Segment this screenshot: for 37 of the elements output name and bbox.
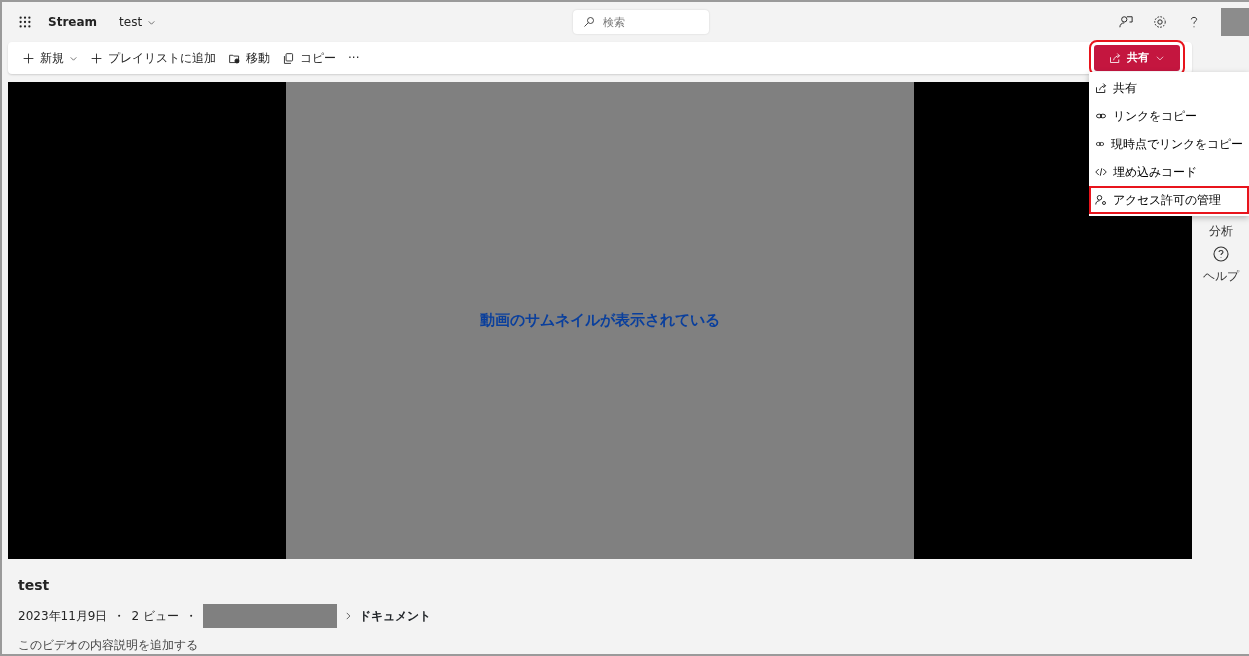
code-icon — [1095, 166, 1107, 178]
description-prompt[interactable]: このビデオの内容説明を追加する — [18, 636, 1192, 654]
share-icon — [1109, 52, 1121, 64]
chevron-down-icon — [1155, 53, 1165, 63]
person-gear-icon — [1095, 194, 1107, 206]
menu-item[interactable]: 共有 — [1089, 74, 1249, 102]
menu-item[interactable]: アクセス許可の管理 — [1089, 186, 1249, 214]
location-link[interactable]: ドキュメント — [358, 607, 431, 625]
toolbar-button[interactable]: 新規 — [16, 49, 84, 67]
app-launcher-icon — [18, 15, 32, 29]
toolbar-button[interactable]: コピー — [276, 49, 342, 67]
share-icon — [1095, 82, 1107, 94]
plus-icon — [90, 51, 103, 65]
meta-text: ・ — [113, 608, 126, 625]
app-name[interactable]: Stream — [48, 13, 98, 31]
side-panel-button[interactable]: 分析 — [1208, 222, 1233, 240]
meta-text: ・ — [184, 608, 197, 625]
menu-item[interactable]: 埋め込みコード — [1089, 158, 1249, 186]
toolbar-button[interactable]: プレイリストに追加 — [84, 49, 222, 67]
side-panel-button[interactable]: ヘルプ — [1202, 246, 1239, 285]
meta-text: 2 ビュー — [131, 608, 179, 625]
meta-text: 2023年11月9日 — [18, 608, 108, 625]
breadcrumb-dropdown[interactable]: test — [113, 13, 163, 31]
search-field[interactable]: 検索 — [572, 10, 709, 34]
copy-icon — [282, 51, 295, 65]
avatar[interactable] — [1221, 8, 1249, 36]
help-icon — [1212, 246, 1229, 262]
menu-item[interactable]: 現時点でリンクをコピー — [1089, 130, 1249, 158]
toolbar-button[interactable]: ··· — [342, 49, 366, 67]
settings-icon — [1153, 15, 1167, 29]
plus-icon — [22, 51, 35, 65]
search-icon — [582, 16, 595, 28]
toolbar-button[interactable]: 移動 — [222, 49, 276, 67]
video-title: test — [18, 576, 51, 595]
thumbnail-caption: 動画のサムネイルが表示されている — [480, 310, 720, 332]
menu-item[interactable]: リンクをコピー — [1089, 102, 1249, 130]
feedback-icon — [1119, 15, 1133, 29]
